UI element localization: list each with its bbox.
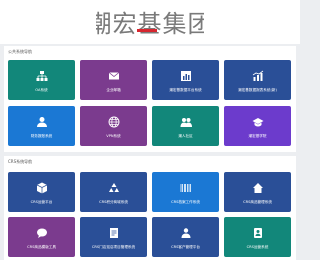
tile-label: 企业邮箱 — [106, 88, 121, 92]
users-icon — [180, 118, 192, 127]
finance-user-icon — [36, 117, 47, 127]
tile-data-report-new[interactable]: 潮宏基数据报表系统(新) — [224, 60, 291, 100]
box-icon — [36, 182, 47, 194]
tile-label: CRS商品模版工具 — [27, 245, 56, 249]
page-header: 潮宏基集团 — [0, 0, 300, 44]
tile-label: VPN系统 — [106, 134, 121, 138]
bar-chart-icon — [180, 71, 191, 81]
barcode-icon — [180, 184, 191, 192]
tile-finance-reimburse[interactable]: 财务报账系统 — [8, 106, 75, 146]
document-icon — [109, 228, 118, 238]
tile-community[interactable]: 潮人社区 — [152, 106, 219, 146]
tile-label: CRS档案工作系统 — [171, 200, 200, 204]
team-icon — [181, 228, 190, 238]
home-icon — [252, 183, 263, 193]
tile-crs-customer-platform[interactable]: CRS客户管理平台 — [152, 217, 219, 257]
contacts-icon — [253, 228, 262, 238]
tile-crs-store-inspection[interactable]: CRS门店巡店项目管理系统 — [80, 217, 147, 257]
tile-label: 潮人社区 — [178, 134, 193, 138]
globe-icon — [108, 116, 119, 128]
tile-label: CRS运营平台 — [30, 200, 53, 204]
chat-icon — [36, 228, 47, 238]
recycle-icon — [108, 183, 119, 192]
section-title: 公共系统导航 — [8, 49, 32, 54]
brand-logo: 潮宏基集团 — [96, 10, 204, 38]
tile-label: CRS积分商城系统 — [99, 200, 128, 204]
tile-label: OA系统 — [35, 88, 48, 92]
tile-academy[interactable]: 潮宏基学院 — [224, 106, 291, 146]
mail-icon — [108, 72, 119, 80]
tile-vpn-system[interactable]: VPN系统 — [80, 106, 147, 146]
tile-crs-archive-system[interactable]: CRS档案工作系统 — [152, 172, 219, 212]
tile-label: 潮宏基学院 — [248, 134, 267, 138]
tile-label: CRS运营系统 — [246, 245, 269, 249]
tile-label: 潮宏基数据报表系统(新) — [238, 88, 277, 92]
tile-crs-operations-platform[interactable]: CRS运营平台 — [8, 172, 75, 212]
trend-chart-icon — [252, 70, 263, 81]
tile-crs-points-mall[interactable]: CRS积分商城系统 — [80, 172, 147, 212]
tile-oa-system[interactable]: OA系统 — [8, 60, 75, 100]
tile-crs-operations-system[interactable]: CRS运营系统 — [224, 217, 291, 257]
tile-label: CRS门店巡店项目管理系统 — [91, 245, 136, 249]
crs-systems-section: CRS系统导航 CRS运营平台 CRS积分商城系统 CRS档案工作系统 CRS商… — [4, 156, 296, 260]
tile-label: CRS客户管理平台 — [171, 245, 200, 249]
tile-label: 财务报账系统 — [30, 134, 53, 138]
tile-label: CRS商品管理系统 — [243, 200, 272, 204]
org-chart-icon — [36, 71, 47, 81]
tile-crs-product-management[interactable]: CRS商品管理系统 — [224, 172, 291, 212]
svg-text:潮宏基集团: 潮宏基集团 — [96, 10, 204, 38]
tile-label: 潮宏基数据平台系统 — [169, 88, 202, 92]
tile-enterprise-mail[interactable]: 企业邮箱 — [80, 60, 147, 100]
public-systems-section: 公共系统导航 OA系统 企业邮箱 潮宏基数据平台系统 潮宏基数据报表系统(新) … — [4, 46, 296, 152]
section-title: CRS系统导航 — [8, 159, 33, 164]
graduation-cap-icon — [252, 118, 263, 127]
tile-data-platform[interactable]: 潮宏基数据平台系统 — [152, 60, 219, 100]
tile-crs-template-tool[interactable]: CRS商品模版工具 — [8, 217, 75, 257]
